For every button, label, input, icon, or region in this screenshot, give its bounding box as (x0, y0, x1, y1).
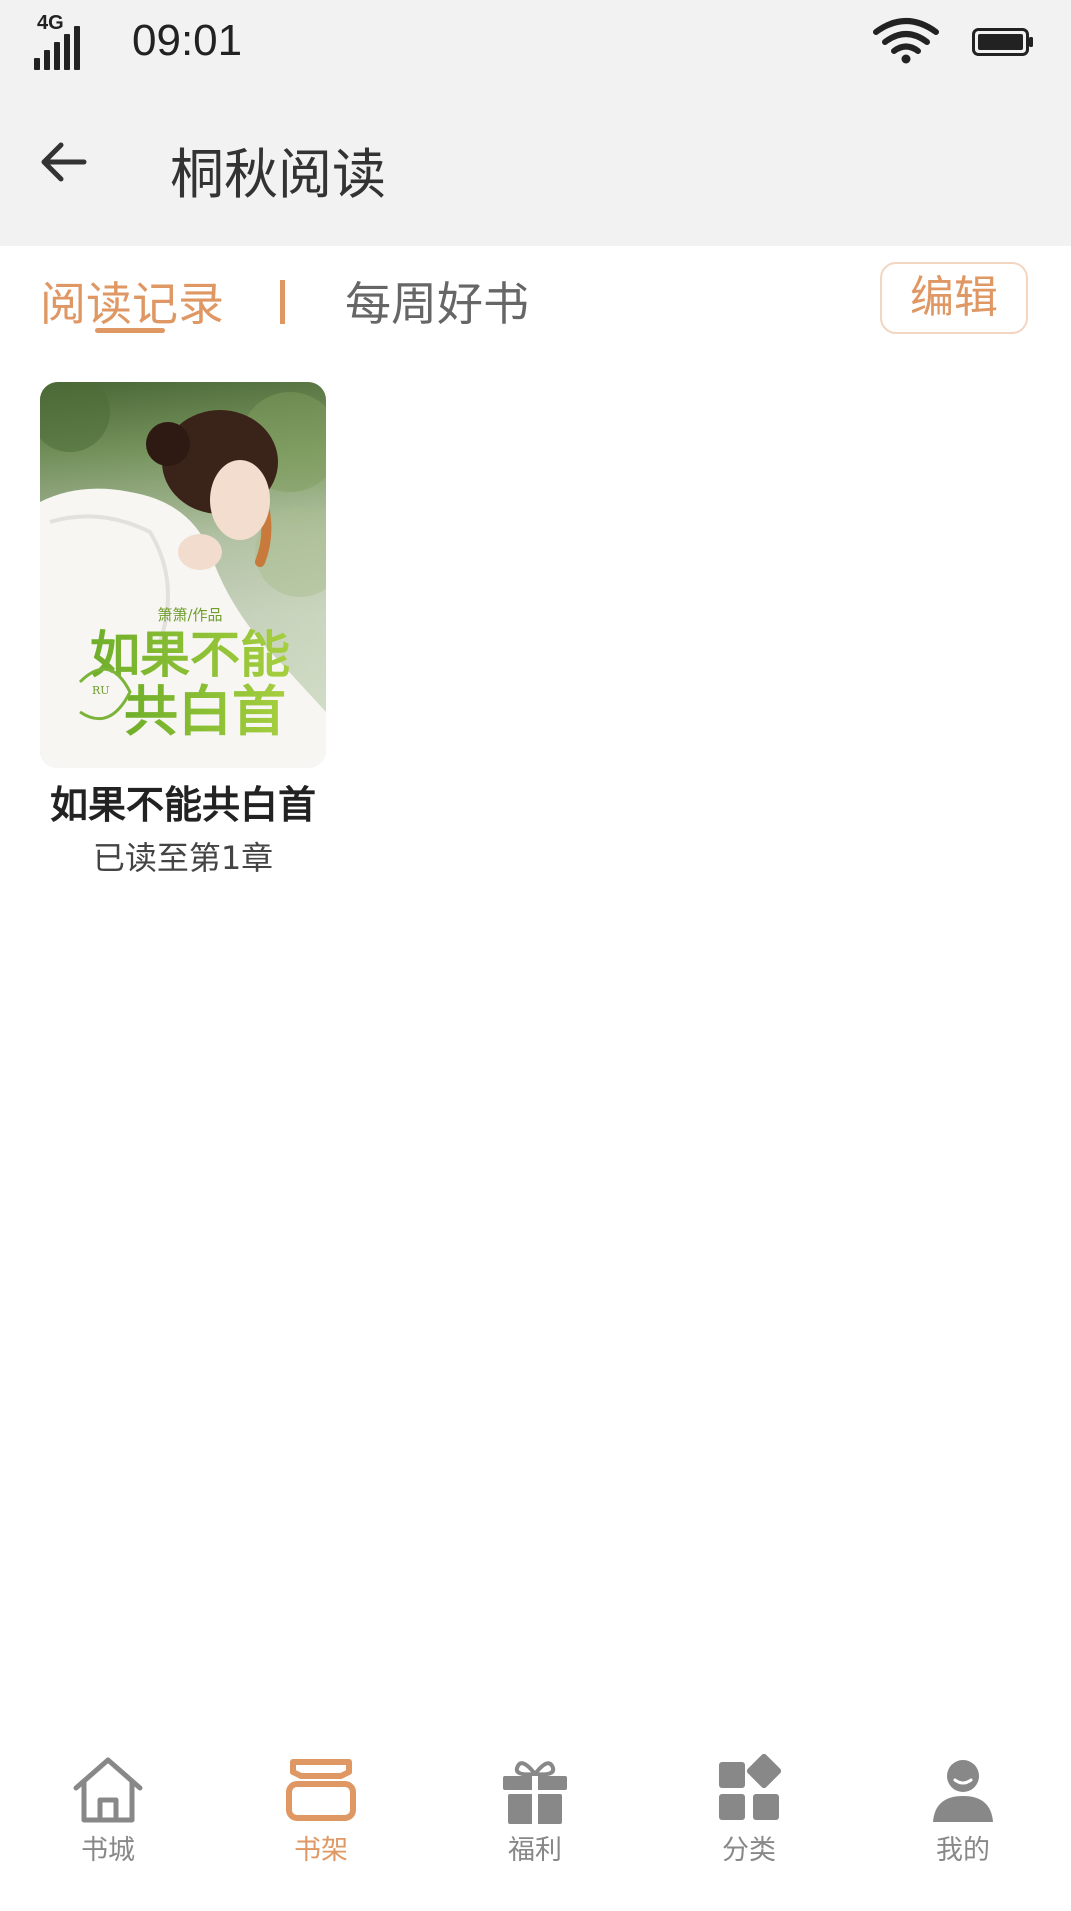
network-type-label: 4G (37, 12, 64, 34)
tab-divider (280, 280, 285, 324)
back-arrow-icon[interactable] (36, 134, 92, 190)
nav-label: 福利 (508, 1835, 562, 1866)
svg-text:箫箫/作品: 箫箫/作品 (157, 606, 222, 624)
title-bar: 桐秋阅读 (0, 78, 1071, 246)
nav-label: 书城 (81, 1835, 135, 1866)
svg-text:RU: RU (92, 684, 110, 697)
edit-button[interactable]: 编辑 (880, 262, 1028, 334)
nav-label: 我的 (936, 1835, 990, 1866)
page-title: 桐秋阅读 (170, 143, 386, 206)
nav-label: 书架 (294, 1835, 348, 1866)
nav-item-category[interactable]: 分类 (679, 1754, 819, 1867)
nav-item-welfare[interactable]: 福利 (465, 1754, 605, 1867)
tab-row: 阅读记录 每周好书 编辑 (0, 246, 1071, 356)
cellular-signal-icon: 4G (34, 12, 94, 70)
wifi-icon (873, 18, 939, 64)
nav-item-bookshelf[interactable]: 书架 (251, 1754, 391, 1867)
gift-icon (503, 1761, 567, 1824)
app-screen: 4G 09:01 桐秋阅读 阅读记录 每周好书 编辑 箫箫/作品 如果不能 共白… (0, 0, 1071, 1911)
battery-icon (972, 28, 1033, 56)
book-cover-image: 箫箫/作品 如果不能 共白首 RU (40, 382, 326, 768)
tab-weekly-picks[interactable]: 每周好书 (345, 268, 529, 334)
home-icon (73, 1757, 143, 1823)
status-time: 09:01 (132, 16, 243, 65)
book-title: 如果不能共白首 (49, 783, 316, 827)
active-tab-indicator (95, 328, 165, 333)
bookshelf-icon (286, 1759, 356, 1821)
tab-reading-history[interactable]: 阅读记录 (40, 268, 224, 334)
profile-icon (933, 1760, 993, 1822)
category-icon (719, 1754, 782, 1820)
status-bar: 4G 09:01 (0, 0, 1071, 78)
book-reading-progress: 已读至第1章 (92, 839, 274, 877)
nav-label: 分类 (722, 1835, 776, 1866)
book-item[interactable]: 箫箫/作品 如果不能 共白首 RU 如果不能共白首 已读至第1章 (40, 382, 326, 879)
nav-item-bookstore[interactable]: 书城 (38, 1754, 178, 1867)
nav-item-profile[interactable]: 我的 (893, 1754, 1033, 1867)
bottom-nav: 书城 书架 福利 分类 我的 (0, 1740, 1071, 1911)
svg-text:共白首: 共白首 (124, 679, 286, 743)
